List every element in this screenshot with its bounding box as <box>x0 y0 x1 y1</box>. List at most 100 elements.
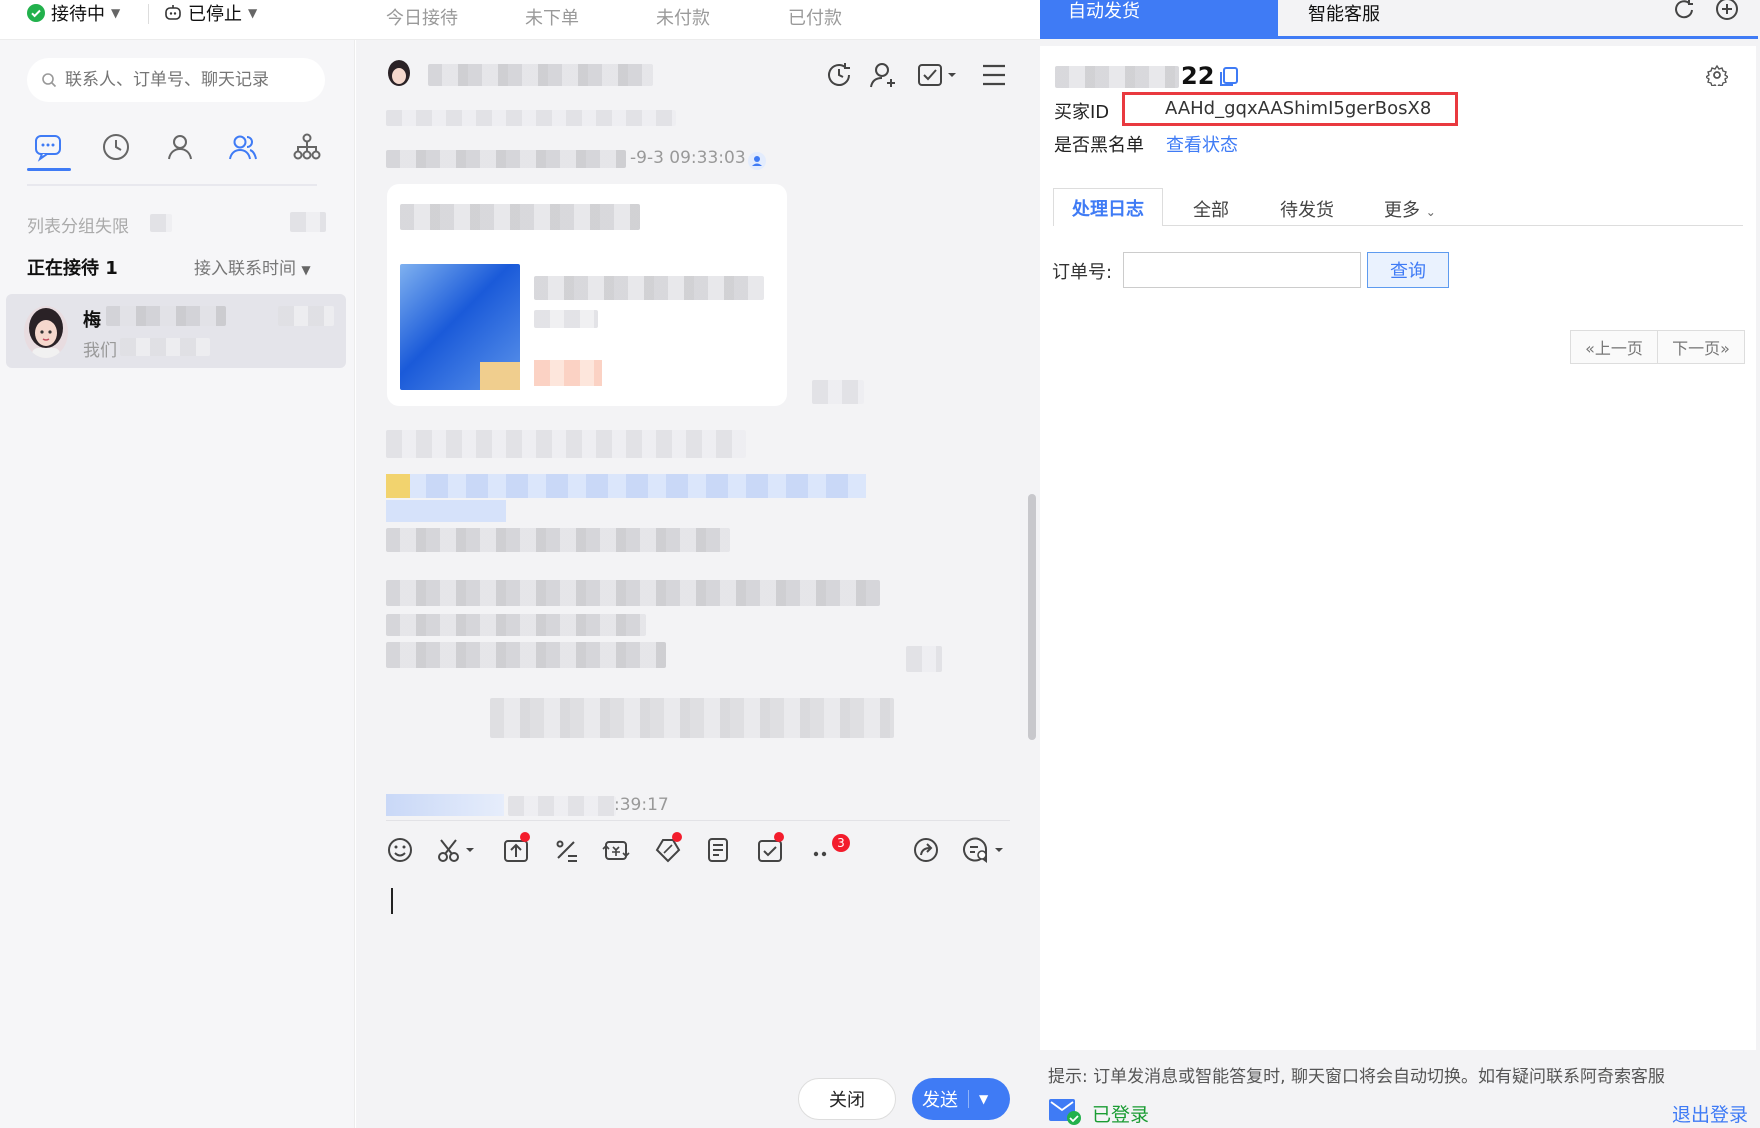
search-input[interactable] <box>65 70 305 90</box>
text-cursor <box>391 888 393 914</box>
blurred-text <box>120 338 210 356</box>
add-contact-icon[interactable] <box>869 60 899 90</box>
chat-avatar <box>386 60 412 90</box>
discount-icon[interactable] <box>552 836 580 864</box>
message-title-blurred <box>400 204 640 230</box>
stopped-status-label: 已停止 <box>188 4 242 25</box>
caret-down-icon: ▼ <box>301 263 311 277</box>
buyer-name-blurred <box>1055 66 1179 88</box>
task-check-icon[interactable] <box>916 60 958 90</box>
buyer-id-value: AAHd_gqxAAShimI5gerBosX8 <box>1122 92 1458 126</box>
add-circle-icon[interactable] <box>1713 0 1741 22</box>
notification-dot <box>520 832 530 842</box>
blurred-text <box>386 110 676 126</box>
caret-down-icon: ▼ <box>111 6 121 20</box>
check-status-link[interactable]: 查看状态 <box>1166 131 1238 157</box>
avatar <box>24 306 68 358</box>
check-circle-icon <box>27 4 45 22</box>
invoice-icon[interactable] <box>704 836 732 864</box>
message-time: :39:17 <box>614 795 669 815</box>
chat-title-blurred <box>428 64 653 86</box>
settings-icon[interactable] <box>1706 64 1728 86</box>
blurred-text <box>150 214 172 232</box>
prev-page-button[interactable]: «上一页 <box>1570 330 1658 364</box>
contact-name: 梅 <box>83 310 101 331</box>
divider <box>968 1090 969 1108</box>
tab-process-log[interactable]: 处理日志 <box>1053 188 1163 226</box>
caret-down-icon[interactable]: ▼ <box>979 1092 988 1106</box>
receiving-status-dropdown[interactable]: 接待中 ▼ <box>27 0 120 26</box>
tab-underline <box>1040 36 1758 39</box>
tab-more[interactable]: 更多 ⌄ <box>1384 196 1436 222</box>
chat-scrollbar[interactable] <box>1028 494 1036 740</box>
product-image-fragment <box>480 362 520 390</box>
order-number-label: 订单号: <box>1052 262 1113 283</box>
order-number-input[interactable] <box>1123 252 1361 288</box>
tab-auto-delivery[interactable]: 自动发货 <box>1040 0 1278 36</box>
receiving-status-label: 接待中 <box>51 4 105 25</box>
tab-pending-shipment[interactable]: 待发货 <box>1280 196 1334 222</box>
blurred-link-message <box>386 794 504 816</box>
menu-icon[interactable] <box>980 62 1008 88</box>
divider <box>386 820 1010 821</box>
active-tab-indicator <box>27 168 71 171</box>
tab-smart-service[interactable]: 智能客服 <box>1308 0 1380 26</box>
tab-all[interactable]: 全部 <box>1193 196 1229 222</box>
copy-icon[interactable] <box>1218 66 1240 88</box>
blurred-system-notice <box>490 698 894 738</box>
query-button[interactable]: 查询 <box>1367 252 1449 288</box>
refresh-icon[interactable] <box>824 60 854 90</box>
person-icon[interactable] <box>165 132 195 162</box>
tab-unpaid[interactable]: 未付款 <box>656 4 710 30</box>
notification-badge: 3 <box>832 834 850 852</box>
refresh-icon[interactable] <box>1672 0 1698 22</box>
org-tree-icon[interactable] <box>292 132 322 162</box>
stopped-status-dropdown[interactable]: 已停止 ▼ <box>164 0 257 26</box>
clock-icon[interactable] <box>101 132 131 162</box>
contact-preview: 我们 <box>83 341 117 361</box>
chat-bubble-icon[interactable] <box>33 132 63 162</box>
buyer-id-label: 买家ID <box>1054 102 1110 123</box>
blurred-link-message <box>386 500 506 522</box>
blurred-message <box>386 430 746 458</box>
tip-text: 提示: 订单发消息或智能答复时, 聊天窗口将会自动切换。如有疑问联系阿奇索客服 <box>1048 1067 1665 1087</box>
robot-icon <box>164 4 182 22</box>
divider <box>148 4 149 24</box>
close-button[interactable]: 关闭 <box>798 1078 896 1120</box>
next-page-button[interactable]: 下一页» <box>1657 330 1745 364</box>
tab-today[interactable]: 今日接待 <box>386 4 458 30</box>
message-time: -9-3 09:33:03 <box>630 148 746 168</box>
scissors-icon[interactable] <box>436 836 480 864</box>
chat-history-icon[interactable] <box>962 836 1006 864</box>
blurred-text <box>906 646 942 672</box>
blurred-text <box>106 306 226 326</box>
notification-dot <box>672 832 682 842</box>
tab-more-label: 更多 <box>1384 200 1420 221</box>
blurred-text <box>508 796 616 816</box>
blacklist-label: 是否黑名单 <box>1054 135 1144 156</box>
search-icon <box>41 72 57 88</box>
notification-dot <box>774 832 784 842</box>
send-button[interactable]: 发送 ▼ <box>912 1078 1010 1120</box>
contact-sidebar <box>0 40 355 1128</box>
blurred-text <box>812 380 864 404</box>
blurred-message <box>386 580 880 606</box>
blurred-message <box>386 642 666 668</box>
share-icon[interactable] <box>912 836 940 864</box>
blurred-link-message <box>386 474 866 498</box>
emoji-icon[interactable] <box>386 836 414 864</box>
tab-paid[interactable]: 已付款 <box>788 4 842 30</box>
group-icon[interactable] <box>228 132 258 162</box>
mail-online-icon <box>1048 1096 1082 1126</box>
product-price-blurred <box>534 360 602 386</box>
logout-link[interactable]: 退出登录 <box>1672 1100 1748 1127</box>
sort-dropdown[interactable]: 接入联系时间 ▼ <box>194 254 311 279</box>
tab-not-ordered[interactable]: 未下单 <box>525 4 579 30</box>
blurred-text <box>534 310 598 328</box>
search-box[interactable] <box>27 58 325 102</box>
blurred-message <box>386 614 646 636</box>
sort-label: 接入联系时间 <box>194 259 296 279</box>
blurred-text <box>278 306 334 326</box>
chevron-down-icon: ⌄ <box>1425 205 1436 219</box>
currency-exchange-icon[interactable] <box>602 836 630 864</box>
